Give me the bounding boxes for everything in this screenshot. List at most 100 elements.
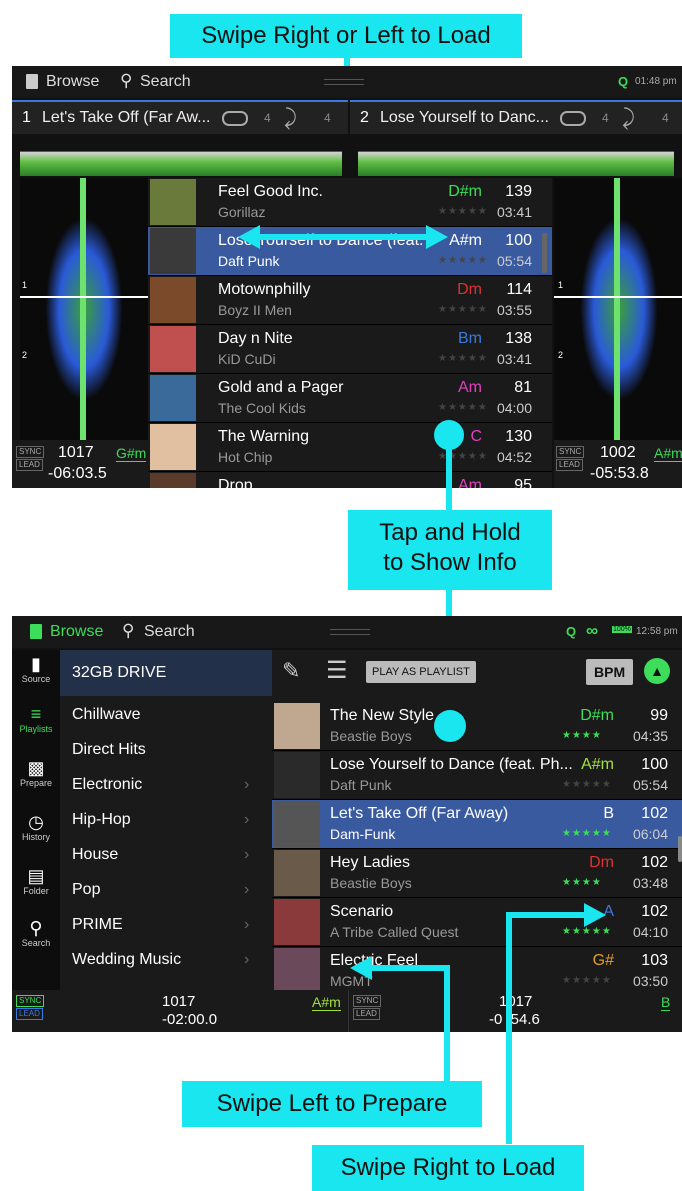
sidebar-prepare[interactable]: ▩ Prepare [12, 758, 60, 788]
deck2-header[interactable]: 2 Lose Yourself to Danc... 4 ⤸ 4 [350, 100, 682, 134]
edit-list-icon[interactable]: ✎ [282, 658, 300, 684]
rating-stars: ★★★★★ [438, 206, 488, 217]
album-art [274, 752, 320, 798]
album-art [274, 850, 320, 896]
playlist-label: Chillwave [72, 706, 141, 723]
browse-icon [26, 74, 38, 89]
deck1-header[interactable]: 1 Let's Take Off (Far Aw... 4 ⤸ 4 [12, 100, 348, 134]
callout-tap-hold-line2: to Show Info [383, 549, 517, 576]
deck1-overview-waveform[interactable] [20, 136, 342, 176]
deck2-sync-button[interactable]: SYNC [353, 995, 382, 1007]
playlist-item[interactable]: Direct Hits [60, 737, 272, 767]
track-row[interactable]: Feel Good Inc. Gorillaz D#m ★★★★★ 139 03:41 [148, 178, 552, 227]
drag-handle[interactable] [324, 79, 364, 85]
track-list[interactable]: Feel Good Inc. Gorillaz D#m ★★★★★ 139 03:41 Lo… [148, 178, 552, 488]
sidebar-search[interactable]: ⚲ Search [12, 918, 60, 948]
track-duration: 06:04 [632, 826, 668, 842]
callout-tap-hold: Tap and Hold to Show Info [348, 510, 552, 590]
loop-icon[interactable] [222, 111, 248, 126]
list-view-icon[interactable]: ☰ [326, 656, 348, 685]
deck2-cue-marker: 1 [558, 280, 564, 290]
playlist-item[interactable]: Chillwave [60, 702, 272, 732]
browse-label[interactable]: Browse [50, 623, 103, 641]
deck1-lead-badge: LEAD [16, 1008, 43, 1020]
deck1-sync-button[interactable]: SYNC [16, 995, 45, 1007]
loop-icon[interactable] [560, 111, 586, 126]
album-art [150, 424, 196, 470]
search-label[interactable]: Search [140, 73, 191, 91]
deck1-time-remaining: -06:03.5 [48, 465, 107, 482]
album-art [274, 703, 320, 749]
track-artist: Dam-Funk [330, 826, 396, 842]
jump-icon[interactable]: ⤸ [284, 105, 297, 131]
sidebar-folder[interactable]: ▤ Folder [12, 866, 60, 896]
search-label[interactable]: Search [144, 623, 195, 641]
deck1-sync-button[interactable]: SYNC [16, 446, 45, 458]
track-title: Scenario [330, 903, 394, 920]
track-row[interactable]: Gold and a Pager The Cool Kids Am ★★★★★ 81 04… [148, 374, 552, 423]
deck2-time-remaining: -05:53.8 [590, 465, 649, 482]
play-as-playlist-button[interactable]: PLAY AS PLAYLIST [366, 661, 476, 683]
playlist-item[interactable]: House › [60, 842, 272, 872]
track-title: Gold and a Pager [218, 379, 344, 396]
sidebar-history[interactable]: ◷ History [12, 812, 60, 842]
deck1-waveform[interactable]: 1 2 [20, 178, 148, 440]
track-artist: Gorillaz [218, 204, 266, 220]
track-row[interactable]: Hey Ladies Beastie Boys Dm ★★★★ 102 03:48 [272, 849, 682, 898]
scrollbar[interactable] [678, 836, 682, 862]
rating-stars: ★★★★★ [562, 926, 612, 937]
scrollbar[interactable] [542, 233, 547, 273]
rating-stars: ★★★★★ [438, 304, 488, 315]
rating-stars: ★★★★★ [562, 828, 612, 839]
track-row[interactable]: Electric Feel MGMT G# ★★★★★ 103 03:50 [272, 947, 682, 990]
track-bpm: 95 [514, 477, 532, 488]
rating-stars: ★★★★★ [438, 353, 488, 364]
album-art [150, 277, 196, 323]
search-icon[interactable]: ⚲ [122, 621, 134, 641]
track-bpm: 100 [641, 756, 668, 773]
track-row[interactable]: The New Style Beastie Boys D#m ★★★★ 99 04:35 [272, 702, 682, 751]
playlist-item[interactable]: Hip-Hop › [60, 807, 272, 837]
album-art [150, 326, 196, 372]
deck2-overview-waveform[interactable] [358, 136, 674, 176]
deck2-number: 2 [360, 109, 369, 126]
search-icon[interactable]: ⚲ [120, 71, 132, 91]
track-duration: 03:41 [496, 204, 532, 220]
deck2-key: B [661, 994, 671, 1011]
deck2-track-title: Lose Yourself to Danc... [380, 109, 549, 126]
playlist-item[interactable]: Electronic › [60, 772, 272, 802]
jump-icon[interactable]: ⤸ [622, 105, 635, 131]
album-art [150, 228, 196, 274]
playlist-item[interactable]: Wedding Music › [60, 947, 272, 977]
deck2-sync-button[interactable]: SYNC [556, 446, 585, 458]
track-row[interactable]: Scenario A Tribe Called Quest A ★★★★★ 102 04:… [272, 898, 682, 947]
deck1-key: A#m [312, 994, 341, 1011]
drag-handle[interactable] [330, 629, 370, 635]
deck1-footer-2: SYNC LEAD 1017 -02:00.0 A#m [12, 990, 348, 1032]
sidebar-source[interactable]: ▮ Source [12, 654, 60, 684]
clock-time: 12:58 pm [636, 626, 678, 637]
track-list-2[interactable]: The New Style Beastie Boys D#m ★★★★ 99 04:35 L… [272, 696, 682, 990]
sort-direction-icon[interactable]: ▲ [644, 658, 670, 684]
prepare-icon: ▩ [27, 758, 45, 778]
drive-header[interactable]: 32GB DRIVE [60, 650, 272, 696]
chevron-right-icon: › [244, 881, 250, 898]
browse-label[interactable]: Browse [46, 73, 99, 91]
track-row[interactable]: Let's Take Off (Far Away) Dam-Funk B ★★★★★ 1… [272, 800, 682, 849]
sort-bpm-button[interactable]: BPM [586, 659, 634, 685]
track-bpm: 114 [506, 281, 532, 298]
playlist-item[interactable]: PRIME › [60, 912, 272, 942]
track-row[interactable]: The Warning Hot Chip C ★★★★★ 130 04:52 [148, 423, 552, 472]
track-row[interactable]: Day n Nite KiD CuDi Bm ★★★★★ 138 03:41 [148, 325, 552, 374]
playlist-item[interactable]: Pop › [60, 877, 272, 907]
sidebar-playlists[interactable]: ≡ Playlists [12, 704, 60, 734]
track-row[interactable]: Lose Yourself to Dance (feat. Ph... Daft … [272, 751, 682, 800]
track-bpm: 139 [505, 183, 532, 200]
track-key: Bm [458, 330, 482, 347]
deck2-waveform[interactable]: 1 2 [554, 178, 682, 440]
track-artist: Beastie Boys [330, 875, 412, 891]
deck1-track-title: Let's Take Off (Far Aw... [42, 109, 211, 126]
track-bpm: 81 [514, 379, 532, 396]
track-row[interactable]: Motownphilly Boyz II Men Dm ★★★★★ 114 03:55 [148, 276, 552, 325]
track-row[interactable]: DropAm★★★★★95 [148, 472, 552, 488]
